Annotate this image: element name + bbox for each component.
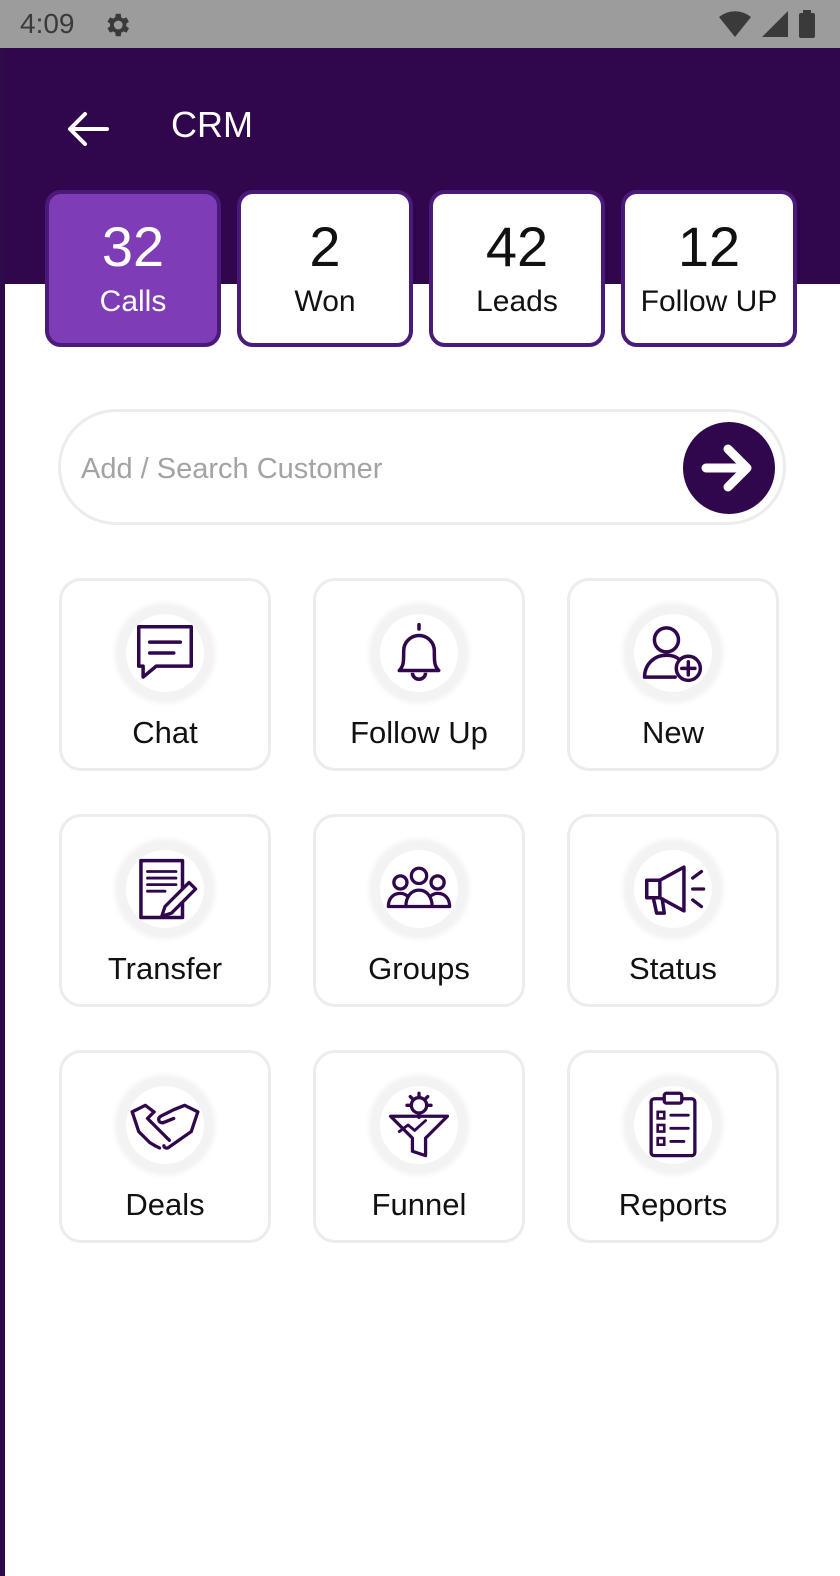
- tile-label: Transfer: [107, 951, 223, 986]
- tile-label: Reports: [618, 1187, 728, 1222]
- stat-value: 42: [485, 215, 549, 279]
- status-indicators: [718, 10, 816, 38]
- stat-label: Follow UP: [640, 284, 778, 318]
- clipboard-list-icon: [625, 1077, 721, 1173]
- tile-label: Deals: [125, 1187, 205, 1222]
- tile-label: Follow Up: [350, 715, 488, 750]
- stat-label: Calls: [99, 284, 167, 318]
- chat-icon: [117, 605, 213, 701]
- stat-card-calls[interactable]: 32 Calls: [45, 190, 221, 347]
- customer-search-bar: [58, 409, 786, 525]
- document-edit-icon: [117, 841, 213, 937]
- tile-new[interactable]: New: [567, 578, 779, 771]
- stat-card-leads[interactable]: 42 Leads: [429, 190, 605, 347]
- tile-reports[interactable]: Reports: [567, 1050, 779, 1243]
- tile-status[interactable]: Status: [567, 814, 779, 1007]
- tile-follow-up[interactable]: Follow Up: [313, 578, 525, 771]
- status-time: 4:09: [20, 8, 75, 39]
- cell-signal-icon: [762, 11, 788, 37]
- tile-label: Groups: [368, 951, 470, 986]
- feature-grid: Chat Follow Up New Transfer Groups Statu…: [59, 578, 779, 1243]
- status-bar: 4:09: [0, 0, 840, 48]
- add-user-icon: [625, 605, 721, 701]
- stats-row: 32 Calls 2 Won 42 Leads 12 Follow UP: [45, 190, 797, 347]
- tile-label: Status: [629, 951, 717, 986]
- bell-icon: [371, 605, 467, 701]
- stat-label: Leads: [476, 284, 558, 318]
- tile-groups[interactable]: Groups: [313, 814, 525, 1007]
- search-input[interactable]: [81, 444, 661, 494]
- megaphone-icon: [625, 841, 721, 937]
- arrow-right-icon: [701, 444, 752, 492]
- stat-label: Won: [294, 284, 356, 318]
- settings-gear-icon: [107, 13, 129, 37]
- handshake-icon: [117, 1077, 213, 1173]
- stat-card-won[interactable]: 2 Won: [237, 190, 413, 347]
- tile-label: New: [641, 715, 704, 750]
- wifi-icon: [719, 11, 751, 37]
- tile-deals[interactable]: Deals: [59, 1050, 271, 1243]
- search-go-button[interactable]: [683, 422, 775, 514]
- battery-icon: [799, 10, 815, 38]
- stat-value: 12: [677, 215, 741, 279]
- tile-funnel[interactable]: Funnel: [313, 1050, 525, 1243]
- groups-icon: [371, 841, 467, 937]
- page-title: CRM: [171, 104, 253, 145]
- tile-label: Funnel: [371, 1187, 467, 1222]
- funnel-icon: [371, 1077, 467, 1173]
- tile-chat[interactable]: Chat: [59, 578, 271, 771]
- back-arrow-icon[interactable]: [63, 104, 113, 154]
- tile-label: Chat: [132, 715, 198, 750]
- stat-value: 32: [101, 215, 165, 279]
- stat-card-follow-up[interactable]: 12 Follow UP: [621, 190, 797, 347]
- stat-value: 2: [309, 215, 341, 279]
- tile-transfer[interactable]: Transfer: [59, 814, 271, 1007]
